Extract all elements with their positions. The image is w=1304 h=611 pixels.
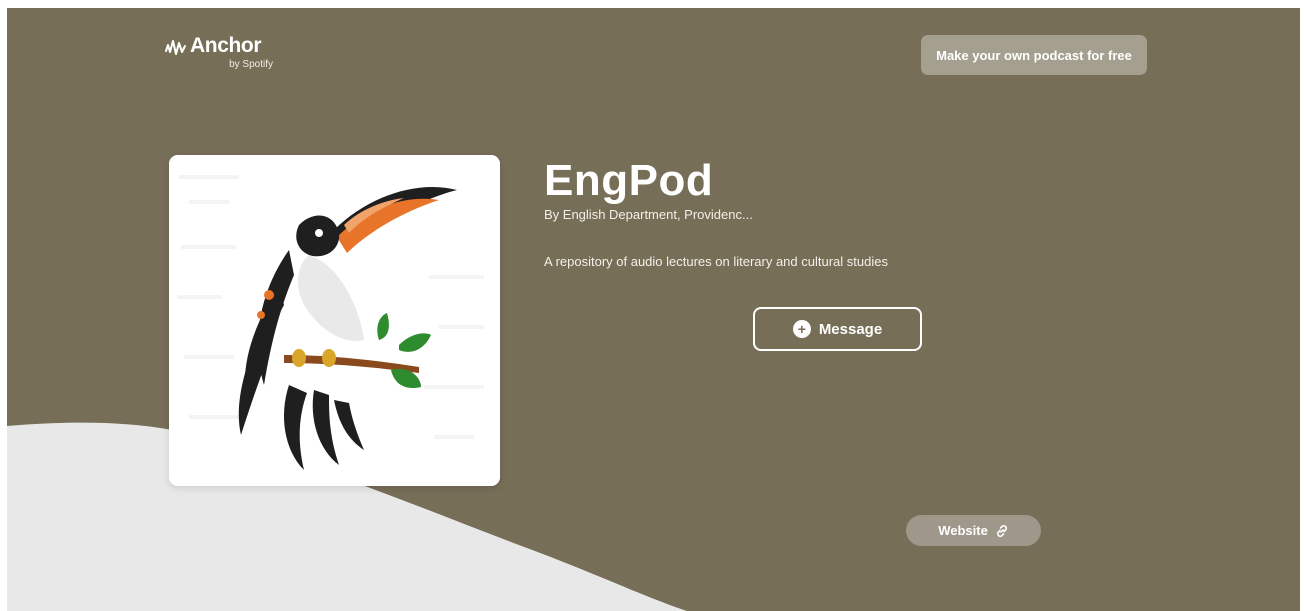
make-podcast-button[interactable]: Make your own podcast for free	[921, 35, 1147, 75]
podcast-author: By English Department, Providenc...	[544, 207, 753, 222]
link-icon	[996, 524, 1007, 537]
message-button[interactable]: + Message	[753, 307, 922, 351]
plus-circle-icon: +	[792, 320, 811, 338]
website-label: Website	[938, 523, 988, 538]
toucan-illustration	[169, 155, 500, 486]
podcast-description: A repository of audio lectures on litera…	[544, 254, 888, 269]
right-edge	[1300, 0, 1304, 611]
brand-name: Anchor	[190, 34, 262, 57]
podcast-page: Anchor by Spotify Make your own podcast …	[7, 8, 1304, 611]
anchor-waveform-icon	[165, 40, 186, 55]
message-label: Message	[818, 320, 883, 338]
brand-tagline: by Spotify	[229, 59, 273, 70]
website-button[interactable]: Website	[906, 515, 1041, 546]
podcast-cover-art	[169, 155, 500, 486]
podcast-title: EngPod	[544, 156, 714, 205]
anchor-logo[interactable]: Anchor by Spotify	[165, 34, 275, 74]
